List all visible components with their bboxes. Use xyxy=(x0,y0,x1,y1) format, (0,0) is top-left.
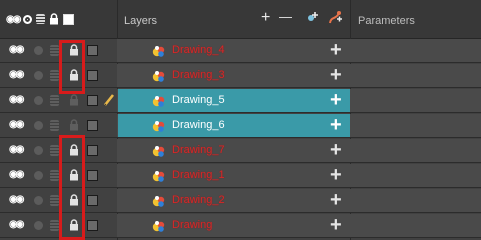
color-swatch-icon[interactable] xyxy=(87,145,98,156)
color-swatch-icon[interactable] xyxy=(87,70,98,81)
drawing-layer-icon xyxy=(152,169,166,183)
add-keyframe-button[interactable]: + xyxy=(330,65,342,85)
add-keyframe-button[interactable]: + xyxy=(330,115,342,135)
parameters-column-header: Parameters xyxy=(358,15,415,27)
sound-icon[interactable] xyxy=(34,196,43,205)
sound-icon[interactable] xyxy=(34,221,43,230)
visibility-eye-icon[interactable]: ◉◉ xyxy=(9,169,25,180)
add-keyframe-button[interactable]: + xyxy=(330,165,342,185)
visibility-eye-icon[interactable]: ◉◉ xyxy=(9,69,25,80)
stack-icon[interactable] xyxy=(50,70,59,81)
layer-name: Drawing_2 xyxy=(172,194,225,206)
panel-header: ◉◉ Layers + — Parameters xyxy=(0,0,481,39)
stack-icon[interactable] xyxy=(50,95,59,106)
stack-icon[interactable] xyxy=(50,220,59,231)
stack-icon[interactable] xyxy=(50,145,59,156)
visibility-eye-icon[interactable]: ◉◉ xyxy=(9,219,25,230)
layer-parameters-cell xyxy=(351,89,481,112)
sound-icon[interactable] xyxy=(34,146,43,155)
color-swatch-icon[interactable] xyxy=(87,220,98,231)
sound-icon[interactable] xyxy=(34,46,43,55)
add-keyframe-button[interactable]: + xyxy=(330,215,342,235)
layer-name: Drawing_1 xyxy=(172,169,225,181)
stack-icon[interactable] xyxy=(50,45,59,56)
layers-column-header: Layers xyxy=(124,15,158,27)
drawing-layer-icon xyxy=(152,194,166,208)
visibility-eye-icon[interactable]: ◉◉ xyxy=(9,194,25,205)
color-all-swatch-icon[interactable] xyxy=(63,13,75,25)
add-keyframe-button[interactable]: + xyxy=(330,190,342,210)
layer-name: Drawing xyxy=(172,219,213,231)
lock-highlight-box xyxy=(59,40,85,94)
color-swatch-icon[interactable] xyxy=(87,45,98,56)
stack-all-icon[interactable] xyxy=(36,14,46,24)
drawing-layer-icon xyxy=(152,44,166,58)
add-peg-button[interactable] xyxy=(306,10,320,28)
sound-icon[interactable] xyxy=(34,171,43,180)
layer-name-cell[interactable]: Drawing_1 + xyxy=(118,164,350,187)
drawing-layer-icon xyxy=(152,94,166,108)
layer-parameters-cell xyxy=(351,164,481,187)
visibility-eye-icon[interactable]: ◉◉ xyxy=(9,94,25,105)
layer-parameters-cell xyxy=(351,114,481,137)
layer-name-cell[interactable]: Drawing_2 + xyxy=(118,189,350,212)
sound-all-icon[interactable] xyxy=(23,14,33,24)
layer-parameters-cell xyxy=(351,139,481,162)
lock-icon[interactable] xyxy=(69,94,79,106)
layer-name-cell[interactable]: Drawing + xyxy=(118,214,350,237)
remove-icon: — xyxy=(279,9,292,24)
pencil-icon xyxy=(103,93,115,112)
layer-parameters-cell xyxy=(351,214,481,237)
add-keyframe-button[interactable]: + xyxy=(330,90,342,110)
stack-icon[interactable] xyxy=(50,120,59,131)
layer-parameters-cell xyxy=(351,39,481,62)
color-swatch-icon[interactable] xyxy=(87,195,98,206)
drawing-layer-icon xyxy=(152,69,166,83)
layer-name-cell[interactable]: Drawing_6 + xyxy=(118,114,350,137)
add-icon: + xyxy=(261,9,271,26)
layer-name-cell[interactable]: Drawing_5 + xyxy=(118,89,350,112)
sound-icon[interactable] xyxy=(34,121,43,130)
color-swatch-icon[interactable] xyxy=(87,120,98,131)
stack-icon[interactable] xyxy=(50,195,59,206)
lock-all-icon[interactable] xyxy=(49,13,59,25)
layer-name: Drawing_4 xyxy=(172,44,225,56)
layer-name: Drawing_7 xyxy=(172,144,225,156)
layer-name-cell[interactable]: Drawing_3 + xyxy=(118,64,350,87)
show-all-eye-icon[interactable]: ◉◉ xyxy=(6,14,22,25)
stack-icon[interactable] xyxy=(50,170,59,181)
visibility-eye-icon[interactable]: ◉◉ xyxy=(9,119,25,130)
visibility-eye-icon[interactable]: ◉◉ xyxy=(9,44,25,55)
layer-name: Drawing_5 xyxy=(172,94,225,106)
add-layer-button[interactable]: + xyxy=(261,10,270,26)
add-keyframe-button[interactable]: + xyxy=(330,40,342,60)
visibility-eye-icon[interactable]: ◉◉ xyxy=(9,144,25,155)
layer-parameters-cell xyxy=(351,64,481,87)
color-swatch-icon[interactable] xyxy=(87,170,98,181)
layer-toggles: ◉◉ xyxy=(0,114,117,137)
drawing-layer-icon xyxy=(152,119,166,133)
add-peg-icon xyxy=(308,12,318,21)
lock-highlight-box xyxy=(59,135,85,240)
layers-panel: ◉◉ Layers + — Parameters ◉◉ Drawing_4 + … xyxy=(0,0,481,240)
header-toggle-icons: ◉◉ xyxy=(6,12,75,26)
layer-parameters-cell xyxy=(351,189,481,212)
color-swatch-icon[interactable] xyxy=(87,95,98,106)
drawing-layer-icon xyxy=(152,144,166,158)
drawing-layer-icon xyxy=(152,219,166,233)
remove-layer-button[interactable]: — xyxy=(279,9,292,25)
layer-name-cell[interactable]: Drawing_7 + xyxy=(118,139,350,162)
layer-name-cell[interactable]: Drawing_4 + xyxy=(118,39,350,62)
sound-icon[interactable] xyxy=(34,96,43,105)
deformation-icon xyxy=(329,11,342,24)
add-deformation-button[interactable] xyxy=(327,10,343,30)
layer-name: Drawing_3 xyxy=(172,69,225,81)
sound-icon[interactable] xyxy=(34,71,43,80)
lock-icon[interactable] xyxy=(69,119,79,131)
add-keyframe-button[interactable]: + xyxy=(330,140,342,160)
layer-name: Drawing_6 xyxy=(172,119,225,131)
